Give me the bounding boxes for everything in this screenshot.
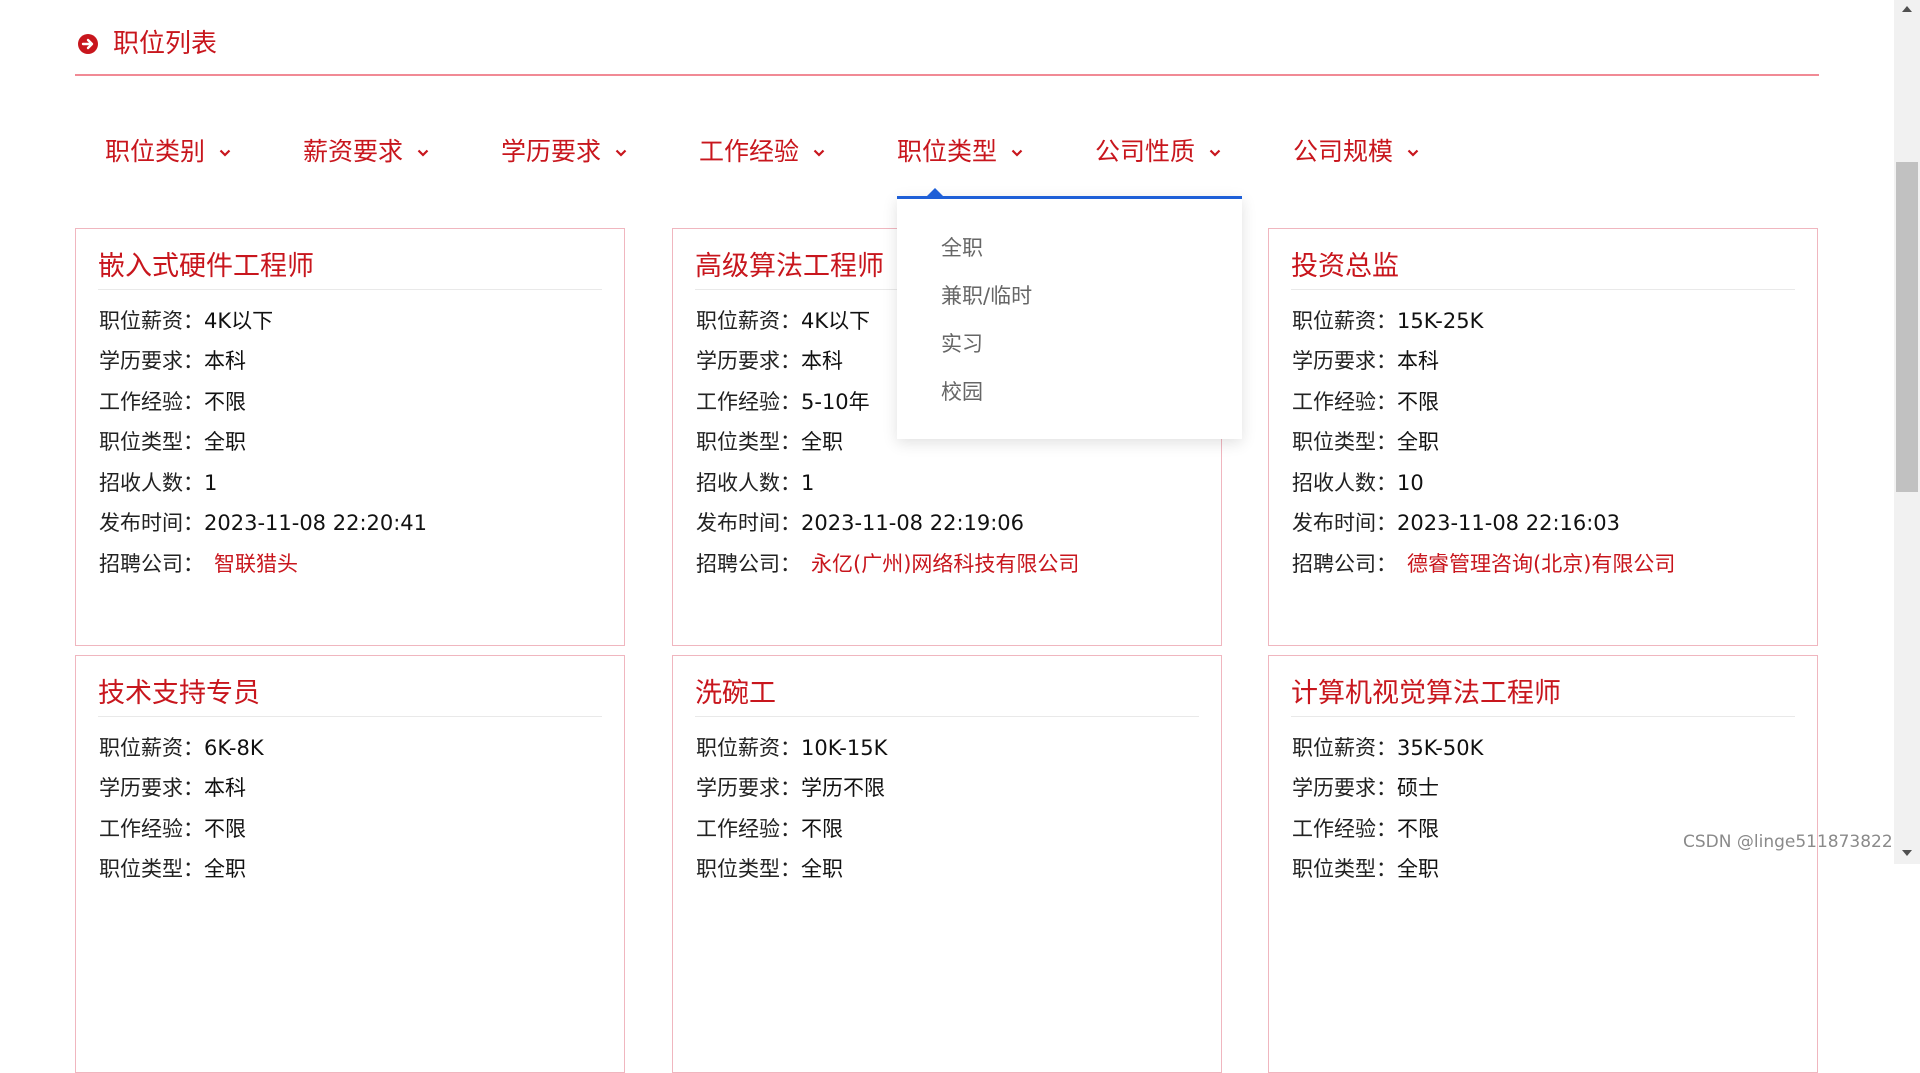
chevron-down-icon: [1407, 149, 1419, 157]
headcount-row: 招收人数：10: [1292, 471, 1424, 495]
chevron-down-icon: [219, 149, 231, 157]
job-card[interactable]: 洗碗工 职位薪资：10K-15K 学历要求：学历不限 工作经验：不限 职位类型：…: [672, 655, 1222, 1073]
experience-row: 工作经验：不限: [99, 390, 246, 414]
filter-label: 学历要求: [501, 137, 602, 166]
salary-row: 职位薪资：10K-15K: [696, 736, 888, 760]
filter-company-nature[interactable]: 公司性质: [1095, 130, 1221, 174]
education-row: 学历要求：学历不限: [696, 776, 885, 800]
section-header: 职位列表: [75, 22, 1819, 76]
experience-row: 工作经验：不限: [696, 817, 843, 841]
company-row: 招聘公司： 永亿(广州)网络科技有限公司: [696, 552, 1080, 576]
scroll-down-arrow-icon[interactable]: [1902, 850, 1912, 856]
salary-row: 职位薪资：15K-25K: [1292, 309, 1484, 333]
job-title[interactable]: 计算机视觉算法工程师: [1291, 674, 1795, 717]
company-link[interactable]: 智联猎头: [214, 552, 298, 576]
filter-experience[interactable]: 工作经验: [699, 130, 825, 174]
published-row: 发布时间：2023-11-08 22:16:03: [1292, 511, 1621, 535]
filter-label: 公司性质: [1095, 137, 1196, 166]
dropdown-option-fulltime[interactable]: 全职: [941, 233, 983, 263]
filter-label: 职位类别: [105, 137, 206, 166]
chevron-down-icon: [1011, 149, 1023, 157]
dropdown-option-internship[interactable]: 实习: [941, 329, 983, 359]
arrow-right-circle-icon: [78, 34, 98, 54]
chevron-down-icon: [615, 149, 627, 157]
experience-row: 工作经验：不限: [1292, 390, 1439, 414]
education-row: 学历要求：本科: [99, 776, 246, 800]
job-type-row: 职位类型：全职: [1292, 857, 1439, 881]
job-title[interactable]: 洗碗工: [695, 674, 1199, 717]
job-card[interactable]: 嵌入式硬件工程师 职位薪资：4K以下 学历要求：本科 工作经验：不限 职位类型：…: [75, 228, 625, 646]
chevron-down-icon: [1209, 149, 1221, 157]
filter-company-size[interactable]: 公司规模: [1293, 130, 1419, 174]
job-card[interactable]: 技术支持专员 职位薪资：6K-8K 学历要求：本科 工作经验：不限 职位类型：全…: [75, 655, 625, 1073]
chevron-down-icon: [813, 149, 825, 157]
scroll-up-arrow-icon[interactable]: [1902, 6, 1912, 12]
experience-row: 工作经验：不限: [99, 817, 246, 841]
published-row: 发布时间：2023-11-08 22:20:41: [99, 511, 428, 535]
job-type-dropdown-menu: 全职 兼职/临时 实习 校园: [897, 188, 1242, 439]
salary-row: 职位薪资：35K-50K: [1292, 736, 1484, 760]
company-link[interactable]: 永亿(广州)网络科技有限公司: [811, 552, 1079, 576]
education-row: 学历要求：本科: [696, 349, 843, 373]
company-row: 招聘公司： 智联猎头: [99, 552, 298, 576]
filter-label: 工作经验: [699, 137, 800, 166]
filter-salary[interactable]: 薪资要求: [303, 130, 429, 174]
filter-education[interactable]: 学历要求: [501, 130, 627, 174]
watermark-text: CSDN @linge511873822: [1683, 832, 1893, 852]
job-title[interactable]: 技术支持专员: [98, 674, 602, 717]
dropdown-option-campus[interactable]: 校园: [941, 377, 983, 407]
filter-label: 职位类型: [897, 137, 998, 166]
job-title[interactable]: 嵌入式硬件工程师: [98, 247, 602, 290]
filter-label: 薪资要求: [303, 137, 404, 166]
salary-row: 职位薪资：4K以下: [696, 309, 871, 333]
education-row: 学历要求：硕士: [1292, 776, 1439, 800]
scrollbar-thumb[interactable]: [1896, 162, 1918, 492]
salary-row: 职位薪资：6K-8K: [99, 736, 264, 760]
filter-label: 公司规模: [1293, 137, 1394, 166]
chevron-down-icon: [417, 149, 429, 157]
headcount-row: 招收人数：1: [99, 471, 218, 495]
job-type-row: 职位类型：全职: [696, 430, 843, 454]
job-card[interactable]: 投资总监 职位薪资：15K-25K 学历要求：本科 工作经验：不限 职位类型：全…: [1268, 228, 1818, 646]
job-type-row: 职位类型：全职: [99, 430, 246, 454]
experience-row: 工作经验：5-10年: [696, 390, 870, 414]
education-row: 学历要求：本科: [99, 349, 246, 373]
filter-job-type[interactable]: 职位类型: [897, 130, 1023, 174]
job-type-row: 职位类型：全职: [696, 857, 843, 881]
job-title[interactable]: 投资总监: [1291, 247, 1795, 290]
vertical-scrollbar[interactable]: [1894, 0, 1920, 864]
experience-row: 工作经验：不限: [1292, 817, 1439, 841]
job-card[interactable]: 计算机视觉算法工程师 职位薪资：35K-50K 学历要求：硕士 工作经验：不限 …: [1268, 655, 1818, 1073]
caret-up-icon: [927, 188, 943, 196]
company-link[interactable]: 德睿管理咨询(北京)有限公司: [1407, 552, 1675, 576]
company-row: 招聘公司： 德睿管理咨询(北京)有限公司: [1292, 552, 1676, 576]
dropdown-option-parttime[interactable]: 兼职/临时: [941, 281, 1032, 311]
education-row: 学历要求：本科: [1292, 349, 1439, 373]
headcount-row: 招收人数：1: [696, 471, 815, 495]
filter-job-category[interactable]: 职位类别: [105, 130, 231, 174]
job-type-row: 职位类型：全职: [1292, 430, 1439, 454]
page-title: 职位列表: [113, 29, 218, 59]
job-type-row: 职位类型：全职: [99, 857, 246, 881]
salary-row: 职位薪资：4K以下: [99, 309, 274, 333]
published-row: 发布时间：2023-11-08 22:19:06: [696, 511, 1025, 535]
